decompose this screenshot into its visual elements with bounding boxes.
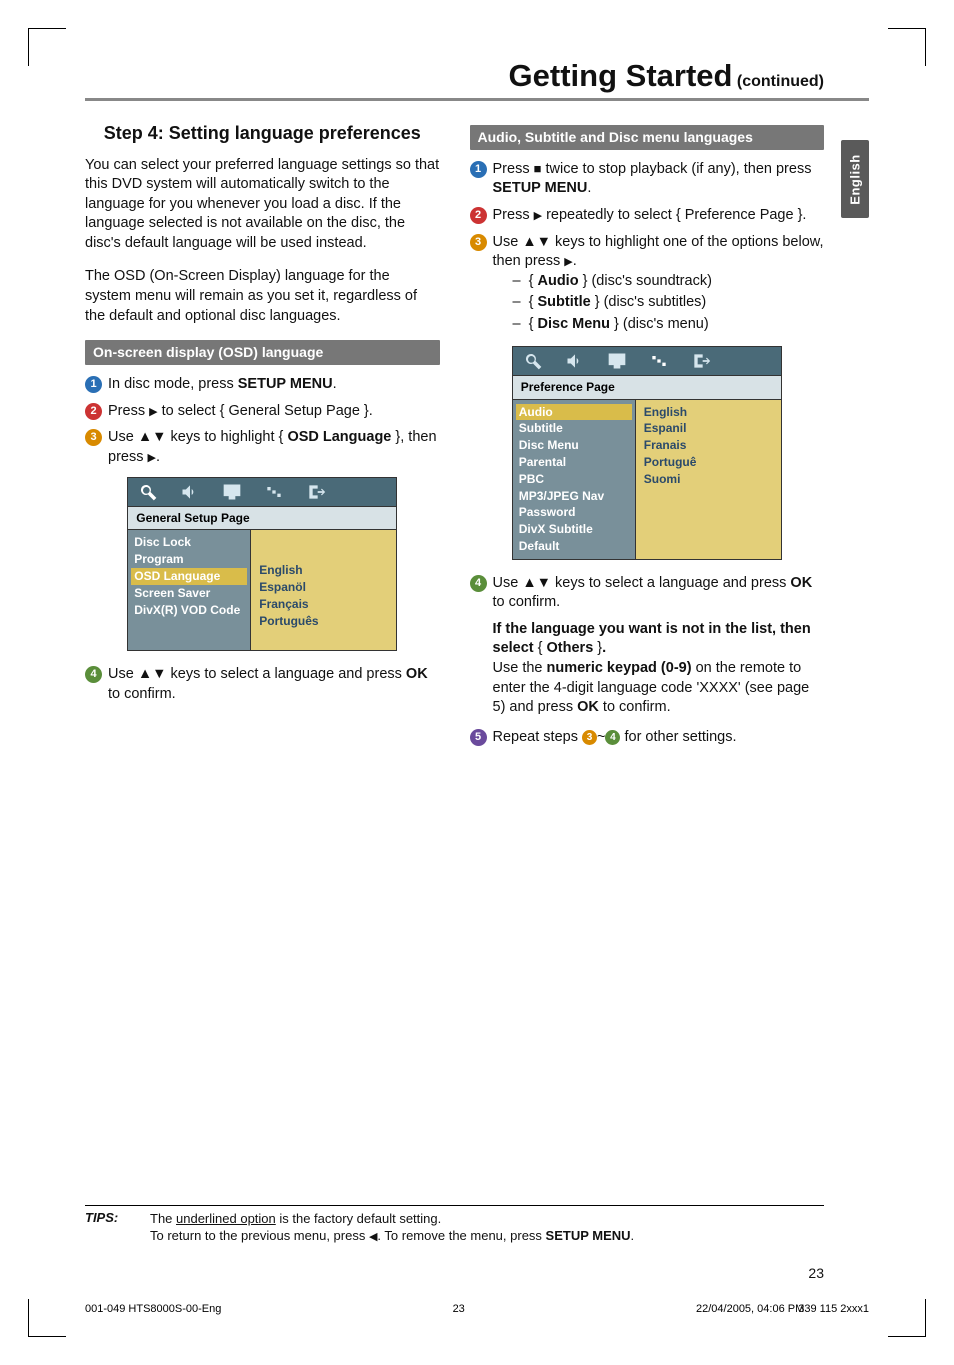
tips-footer: TIPS: The underlined option is the facto…	[85, 1205, 824, 1245]
osd-preference-page: Preference Page Audio Subtitle Disc Menu…	[512, 346, 782, 559]
bullet-3-icon: 3	[470, 234, 487, 251]
osd-left-list: Disc Lock Program OSD Language Screen Sa…	[128, 530, 250, 650]
subheading-osd: On-screen display (OSD) language	[85, 340, 440, 365]
step-3: 3 Use ▲▼ keys to highlight { OSD Languag…	[85, 428, 440, 467]
speaker-icon	[565, 351, 585, 371]
step-3: 3 Use ▲▼ keys to highlight one of the op…	[470, 233, 825, 337]
right-column: Audio, Subtitle and Disc menu languages …	[470, 119, 825, 754]
subheading-audio-subtitle: Audio, Subtitle and Disc menu languages	[470, 125, 825, 150]
bullet-4-icon: 4	[85, 666, 102, 683]
right-arrow-icon	[564, 252, 572, 272]
monitor-icon	[222, 482, 242, 502]
intro-paragraph: You can select your preferred language s…	[85, 156, 440, 254]
step-4: 4 Use ▲▼ keys to select a language and p…	[470, 574, 825, 613]
exit-icon	[306, 482, 326, 502]
bullet-2-icon: 2	[470, 207, 487, 224]
right-arrow-icon	[148, 448, 156, 468]
bullet-4-icon: 4	[605, 730, 620, 745]
osd-left-list: Audio Subtitle Disc Menu Parental PBC MP…	[513, 400, 635, 559]
crop-mark	[28, 28, 66, 66]
sliders-icon	[649, 351, 669, 371]
left-column: Step 4: Setting language preferences You…	[85, 119, 440, 754]
step-1: 1 Press twice to stop playback (if any),…	[470, 160, 825, 199]
osd-general-setup: General Setup Page Disc Lock Program OSD…	[127, 477, 397, 651]
crop-mark	[888, 1299, 926, 1337]
step-4: 4 Use ▲▼ keys to select a language and p…	[85, 665, 440, 704]
page-number: 23	[808, 1265, 824, 1281]
section-heading: Step 4: Setting language preferences	[85, 121, 440, 146]
step-1: 1 In disc mode, press SETUP MENU.	[85, 375, 440, 395]
osd-right-list: English Espanil Franais Portuguê Suomi	[635, 400, 781, 559]
language-tab: English	[841, 140, 869, 218]
bullet-2-icon: 2	[85, 403, 102, 420]
step-5: 5 Repeat steps 3~4 for other settings.	[470, 728, 825, 748]
wrench-icon	[138, 482, 158, 502]
crop-mark	[28, 1299, 66, 1337]
step-2: 2 Press to select { General Setup Page }…	[85, 402, 440, 422]
print-footer: 001-049 HTS8000S-00-Eng 23 22/04/2005, 0…	[85, 1303, 869, 1315]
crop-mark	[888, 28, 926, 66]
bullet-4-icon: 4	[470, 575, 487, 592]
step-2: 2 Press repeatedly to select { Preferenc…	[470, 206, 825, 226]
right-arrow-icon	[149, 402, 157, 422]
wrench-icon	[523, 351, 543, 371]
sliders-icon	[264, 482, 284, 502]
monitor-icon	[607, 351, 627, 371]
bullet-3-icon: 3	[85, 429, 102, 446]
bullet-1-icon: 1	[470, 161, 487, 178]
bullet-5-icon: 5	[470, 729, 487, 746]
note-block: If the language you want is not in the l…	[470, 620, 825, 718]
exit-icon	[691, 351, 711, 371]
speaker-icon	[180, 482, 200, 502]
bullet-3-icon: 3	[582, 730, 597, 745]
page-title: Getting Started (continued)	[85, 58, 869, 101]
bullet-1-icon: 1	[85, 376, 102, 393]
osd-right-list: English Espanöl Français Português	[250, 530, 396, 650]
intro-paragraph: The OSD (On-Screen Display) language for…	[85, 267, 440, 326]
right-arrow-icon	[534, 206, 542, 226]
